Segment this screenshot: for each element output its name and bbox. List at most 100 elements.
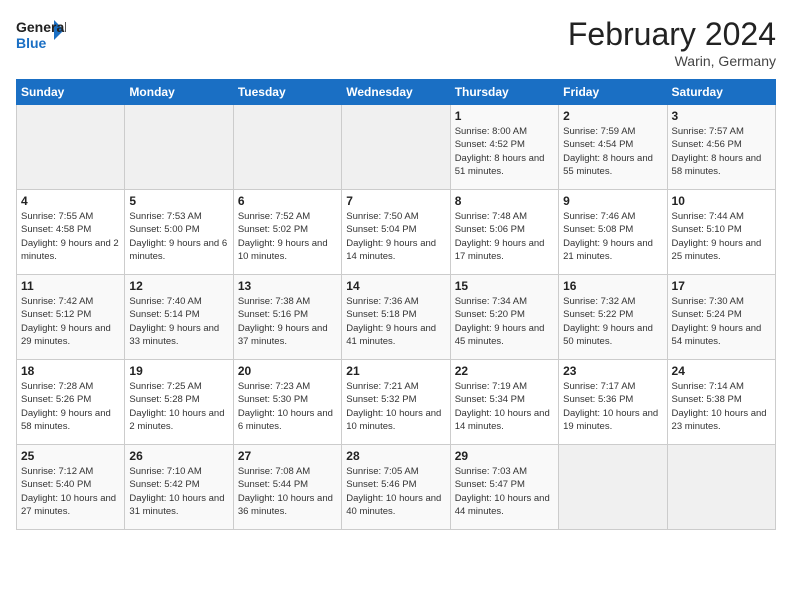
day-number: 10 <box>672 194 771 208</box>
calendar-cell: 22 Sunrise: 7:19 AMSunset: 5:34 PMDayligh… <box>450 360 558 445</box>
calendar-cell: 14 Sunrise: 7:36 AMSunset: 5:18 PMDayligh… <box>342 275 450 360</box>
day-number: 2 <box>563 109 662 123</box>
day-info: Sunrise: 7:21 AMSunset: 5:32 PMDaylight:… <box>346 380 445 433</box>
calendar-cell <box>233 105 341 190</box>
calendar-cell: 4 Sunrise: 7:55 AMSunset: 4:58 PMDaylight… <box>17 190 125 275</box>
calendar-cell: 29 Sunrise: 7:03 AMSunset: 5:47 PMDayligh… <box>450 445 558 530</box>
day-info: Sunrise: 7:52 AMSunset: 5:02 PMDaylight:… <box>238 210 337 263</box>
day-number: 5 <box>129 194 228 208</box>
day-number: 21 <box>346 364 445 378</box>
weekday-header-monday: Monday <box>125 80 233 105</box>
day-number: 9 <box>563 194 662 208</box>
day-info: Sunrise: 7:05 AMSunset: 5:46 PMDaylight:… <box>346 465 445 518</box>
day-number: 4 <box>21 194 120 208</box>
calendar-cell: 9Sunrise: 7:46 AMSunset: 5:08 PMDaylight… <box>559 190 667 275</box>
day-number: 6 <box>238 194 337 208</box>
day-info: Sunrise: 7:14 AMSunset: 5:38 PMDaylight:… <box>672 380 771 433</box>
day-number: 1 <box>455 109 554 123</box>
day-number: 13 <box>238 279 337 293</box>
calendar-week-1: 1Sunrise: 8:00 AMSunset: 4:52 PMDaylight… <box>17 105 776 190</box>
calendar-cell: 3 Sunrise: 7:57 AMSunset: 4:56 PMDaylight… <box>667 105 775 190</box>
weekday-header-sunday: Sunday <box>17 80 125 105</box>
calendar-cell: 26 Sunrise: 7:10 AMSunset: 5:42 PMDayligh… <box>125 445 233 530</box>
day-info: Sunrise: 7:12 AMSunset: 5:40 PMDaylight:… <box>21 465 120 518</box>
day-info: Sunrise: 7:23 AMSunset: 5:30 PMDaylight:… <box>238 380 337 433</box>
calendar-cell: 23 Sunrise: 7:17 AMSunset: 5:36 PMDayligh… <box>559 360 667 445</box>
month-title: February 2024 <box>568 16 776 53</box>
day-number: 3 <box>672 109 771 123</box>
day-number: 28 <box>346 449 445 463</box>
day-info: Sunrise: 7:34 AMSunset: 5:20 PMDaylight:… <box>455 295 554 348</box>
day-info: Sunrise: 7:36 AMSunset: 5:18 PMDaylight:… <box>346 295 445 348</box>
calendar-cell <box>125 105 233 190</box>
day-number: 19 <box>129 364 228 378</box>
logo-svg: GeneralBlue <box>16 16 66 56</box>
calendar-week-5: 25 Sunrise: 7:12 AMSunset: 5:40 PMDayligh… <box>17 445 776 530</box>
day-number: 26 <box>129 449 228 463</box>
calendar-cell: 6 Sunrise: 7:52 AMSunset: 5:02 PMDaylight… <box>233 190 341 275</box>
day-number: 20 <box>238 364 337 378</box>
calendar-cell: 17Sunrise: 7:30 AMSunset: 5:24 PMDayligh… <box>667 275 775 360</box>
calendar-cell <box>342 105 450 190</box>
day-info: Sunrise: 7:57 AMSunset: 4:56 PMDaylight:… <box>672 125 771 178</box>
day-number: 7 <box>346 194 445 208</box>
calendar-cell: 18 Sunrise: 7:28 AMSunset: 5:26 PMDayligh… <box>17 360 125 445</box>
day-number: 23 <box>563 364 662 378</box>
calendar-table: SundayMondayTuesdayWednesdayThursdayFrid… <box>16 79 776 530</box>
calendar-cell: 27 Sunrise: 7:08 AMSunset: 5:44 PMDayligh… <box>233 445 341 530</box>
calendar-week-3: 11 Sunrise: 7:42 AMSunset: 5:12 PMDayligh… <box>17 275 776 360</box>
day-number: 18 <box>21 364 120 378</box>
day-info: Sunrise: 7:55 AMSunset: 4:58 PMDaylight:… <box>21 210 120 263</box>
calendar-week-4: 18 Sunrise: 7:28 AMSunset: 5:26 PMDayligh… <box>17 360 776 445</box>
day-info: Sunrise: 7:53 AMSunset: 5:00 PMDaylight:… <box>129 210 228 263</box>
calendar-cell: 1Sunrise: 8:00 AMSunset: 4:52 PMDaylight… <box>450 105 558 190</box>
calendar-cell: 12Sunrise: 7:40 AMSunset: 5:14 PMDayligh… <box>125 275 233 360</box>
calendar-cell <box>667 445 775 530</box>
calendar-cell: 16 Sunrise: 7:32 AMSunset: 5:22 PMDayligh… <box>559 275 667 360</box>
day-number: 22 <box>455 364 554 378</box>
day-number: 27 <box>238 449 337 463</box>
calendar-cell: 8Sunrise: 7:48 AMSunset: 5:06 PMDaylight… <box>450 190 558 275</box>
day-info: Sunrise: 7:03 AMSunset: 5:47 PMDaylight:… <box>455 465 554 518</box>
day-info: Sunrise: 7:50 AMSunset: 5:04 PMDaylight:… <box>346 210 445 263</box>
day-info: Sunrise: 7:28 AMSunset: 5:26 PMDaylight:… <box>21 380 120 433</box>
day-info: Sunrise: 7:38 AMSunset: 5:16 PMDaylight:… <box>238 295 337 348</box>
day-info: Sunrise: 7:25 AMSunset: 5:28 PMDaylight:… <box>129 380 228 433</box>
day-info: Sunrise: 7:42 AMSunset: 5:12 PMDaylight:… <box>21 295 120 348</box>
day-number: 15 <box>455 279 554 293</box>
calendar-cell <box>17 105 125 190</box>
day-number: 16 <box>563 279 662 293</box>
day-info: Sunrise: 7:48 AMSunset: 5:06 PMDaylight:… <box>455 210 554 263</box>
day-number: 11 <box>21 279 120 293</box>
calendar-cell: 2 Sunrise: 7:59 AMSunset: 4:54 PMDaylight… <box>559 105 667 190</box>
day-number: 17 <box>672 279 771 293</box>
day-info: Sunrise: 7:19 AMSunset: 5:34 PMDaylight:… <box>455 380 554 433</box>
calendar-cell: 10Sunrise: 7:44 AMSunset: 5:10 PMDayligh… <box>667 190 775 275</box>
calendar-cell: 20 Sunrise: 7:23 AMSunset: 5:30 PMDayligh… <box>233 360 341 445</box>
calendar-cell: 5 Sunrise: 7:53 AMSunset: 5:00 PMDaylight… <box>125 190 233 275</box>
calendar-cell: 7 Sunrise: 7:50 AMSunset: 5:04 PMDaylight… <box>342 190 450 275</box>
calendar-cell: 28 Sunrise: 7:05 AMSunset: 5:46 PMDayligh… <box>342 445 450 530</box>
day-info: Sunrise: 7:59 AMSunset: 4:54 PMDaylight:… <box>563 125 662 178</box>
day-info: Sunrise: 7:17 AMSunset: 5:36 PMDaylight:… <box>563 380 662 433</box>
calendar-week-2: 4 Sunrise: 7:55 AMSunset: 4:58 PMDaylight… <box>17 190 776 275</box>
weekday-header-wednesday: Wednesday <box>342 80 450 105</box>
logo: GeneralBlue <box>16 16 66 56</box>
calendar-cell: 11 Sunrise: 7:42 AMSunset: 5:12 PMDayligh… <box>17 275 125 360</box>
day-number: 24 <box>672 364 771 378</box>
svg-text:General: General <box>16 19 66 35</box>
day-info: Sunrise: 7:10 AMSunset: 5:42 PMDaylight:… <box>129 465 228 518</box>
calendar-cell: 25 Sunrise: 7:12 AMSunset: 5:40 PMDayligh… <box>17 445 125 530</box>
day-number: 25 <box>21 449 120 463</box>
title-area: February 2024 Warin, Germany <box>568 16 776 69</box>
calendar-cell: 24 Sunrise: 7:14 AMSunset: 5:38 PMDayligh… <box>667 360 775 445</box>
day-number: 12 <box>129 279 228 293</box>
day-number: 14 <box>346 279 445 293</box>
day-info: Sunrise: 7:08 AMSunset: 5:44 PMDaylight:… <box>238 465 337 518</box>
weekday-header-friday: Friday <box>559 80 667 105</box>
calendar-cell: 19 Sunrise: 7:25 AMSunset: 5:28 PMDayligh… <box>125 360 233 445</box>
calendar-cell: 13 Sunrise: 7:38 AMSunset: 5:16 PMDayligh… <box>233 275 341 360</box>
page-header: GeneralBlue February 2024 Warin, Germany <box>16 16 776 69</box>
day-number: 29 <box>455 449 554 463</box>
day-info: Sunrise: 7:32 AMSunset: 5:22 PMDaylight:… <box>563 295 662 348</box>
